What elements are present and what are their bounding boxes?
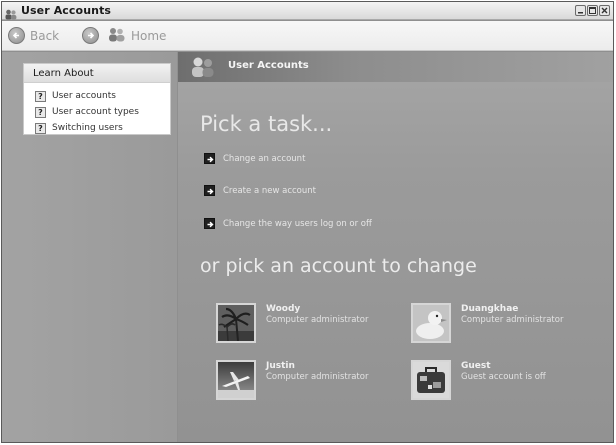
account-justin[interactable]: Justin Computer administrator (216, 360, 386, 404)
learn-link-label: User account types (52, 107, 139, 117)
maximize-button[interactable] (587, 5, 598, 16)
help-icon: ? (35, 90, 46, 102)
window-title: User Accounts (21, 4, 112, 17)
learn-about-title: Learn About (24, 64, 170, 83)
back-button[interactable]: Back (8, 27, 59, 44)
learn-about-panel: Learn About ? User accounts ? User accou… (23, 63, 171, 135)
caption-buttons (575, 5, 610, 16)
user-accounts-icon (5, 5, 17, 20)
help-icon: ? (35, 106, 46, 118)
task-arrow-icon (204, 153, 215, 164)
airplane-picture (216, 360, 256, 400)
forward-button[interactable] (82, 27, 99, 44)
task-create-account[interactable]: Create a new account (204, 185, 316, 196)
palm-tree-picture (216, 303, 256, 343)
account-guest[interactable]: Guest Guest account is off (411, 360, 581, 404)
forward-arrow-icon (82, 27, 99, 44)
user-accounts-window: User Accounts Back Home Learn About ? Us… (1, 1, 614, 443)
back-label: Back (30, 28, 60, 43)
rubber-duck-picture (411, 303, 451, 343)
task-arrow-icon (204, 185, 215, 196)
home-button[interactable]: Home (108, 27, 166, 45)
help-icon: ? (35, 122, 46, 134)
suitcase-picture (411, 360, 451, 400)
minimize-button[interactable] (575, 5, 586, 16)
account-type: Computer administrator (266, 372, 369, 382)
pick-account-heading: or pick an account to change (200, 255, 477, 277)
main-content: User Accounts Pick a task... Change an a… (178, 52, 613, 442)
pick-task-heading: Pick a task... (200, 112, 333, 136)
content-header-title: User Accounts (228, 60, 309, 71)
content-header: User Accounts (178, 52, 613, 82)
account-type: Guest account is off (461, 372, 546, 382)
task-change-account[interactable]: Change an account (204, 153, 305, 164)
learn-link-user-accounts[interactable]: ? User accounts (24, 88, 170, 104)
account-woody[interactable]: Woody Computer administrator (216, 303, 386, 347)
account-name: Duangkhae (461, 304, 519, 314)
close-button[interactable] (599, 5, 610, 16)
home-users-icon (108, 27, 126, 45)
task-arrow-icon (204, 218, 215, 229)
back-arrow-icon (8, 27, 25, 44)
learn-link-user-account-types[interactable]: ? User account types (24, 104, 170, 120)
account-name: Woody (266, 304, 301, 314)
learn-link-label: User accounts (52, 91, 116, 101)
left-task-pane: Learn About ? User accounts ? User accou… (2, 52, 177, 442)
account-duangkhae[interactable]: Duangkhae Computer administrator (411, 303, 581, 347)
title-bar[interactable]: User Accounts (2, 2, 613, 20)
task-label: Create a new account (223, 185, 316, 196)
navigation-toolbar: Back Home (2, 21, 613, 51)
task-label: Change the way users log on or off (223, 218, 372, 229)
account-name: Guest (461, 361, 491, 371)
task-change-logon[interactable]: Change the way users log on or off (204, 218, 372, 229)
account-name: Justin (266, 361, 295, 371)
account-type: Computer administrator (461, 315, 564, 325)
learn-link-switching-users[interactable]: ? Switching users (24, 120, 170, 136)
user-accounts-header-icon (190, 56, 216, 78)
learn-link-label: Switching users (52, 123, 123, 133)
account-type: Computer administrator (266, 315, 369, 325)
home-label: Home (131, 29, 167, 43)
task-label: Change an account (223, 153, 306, 164)
